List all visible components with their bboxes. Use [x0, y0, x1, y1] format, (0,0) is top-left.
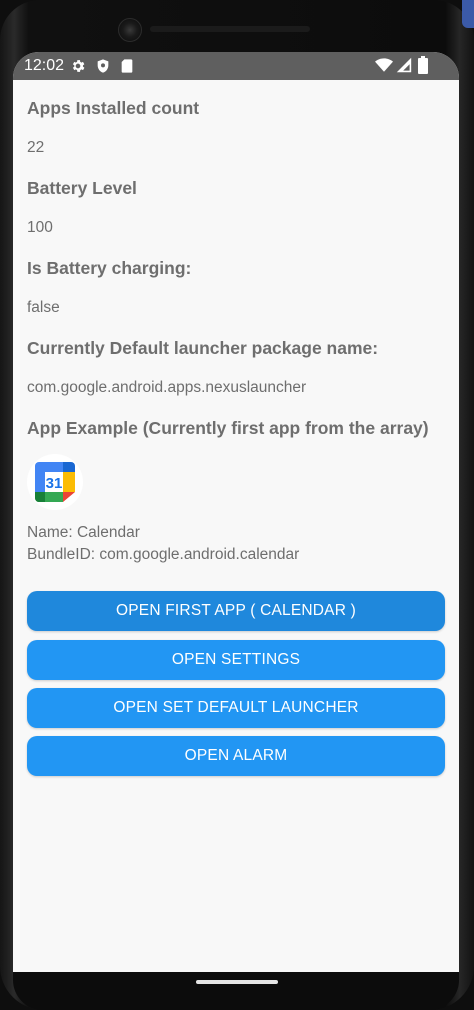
- battery-charging-value: false: [27, 299, 60, 316]
- apps-installed-label: Apps Installed count: [27, 98, 200, 118]
- sd-card-icon: [120, 58, 134, 78]
- bottom-bezel: [13, 972, 459, 1010]
- app-example-label: App Example (Currently first app from th…: [27, 418, 429, 438]
- shield-icon: [95, 58, 111, 78]
- battery-icon: [418, 56, 428, 78]
- calendar-icon-text: 31: [46, 475, 63, 492]
- cell-signal-icon: [396, 57, 412, 77]
- app-name-line: Name: Calendar: [27, 524, 140, 541]
- window-corner-accent: [462, 0, 474, 28]
- front-camera: [118, 18, 142, 42]
- open-first-app-button[interactable]: OPEN FIRST APP ( CALENDAR ): [27, 591, 445, 631]
- earpiece-speaker: [150, 26, 310, 32]
- wifi-icon: [375, 57, 393, 77]
- status-bar: 12:02: [13, 52, 459, 80]
- battery-level-value: 100: [27, 219, 53, 236]
- gear-icon: [70, 58, 86, 78]
- open-set-default-launcher-button[interactable]: OPEN SET DEFAULT LAUNCHER: [27, 688, 445, 728]
- apps-installed-value: 22: [27, 139, 45, 156]
- open-settings-button[interactable]: OPEN SETTINGS: [27, 640, 445, 680]
- open-alarm-button[interactable]: OPEN ALARM: [27, 736, 445, 776]
- status-time: 12:02: [24, 57, 65, 74]
- gesture-nav-handle[interactable]: [196, 980, 278, 984]
- default-launcher-label: Currently Default launcher package name:: [27, 338, 379, 358]
- phone-frame: 12:02 Apps Installed count 22 Battery Le…: [0, 0, 474, 1010]
- app-bundle-line: BundleID: com.google.android.calendar: [27, 546, 300, 563]
- default-launcher-value: com.google.android.apps.nexuslauncher: [27, 379, 307, 396]
- battery-level-label: Battery Level: [27, 178, 137, 198]
- phone-screen: 12:02 Apps Installed count 22 Battery Le…: [13, 52, 459, 972]
- battery-charging-label: Is Battery charging:: [27, 258, 192, 278]
- google-calendar-icon: 31: [27, 454, 83, 510]
